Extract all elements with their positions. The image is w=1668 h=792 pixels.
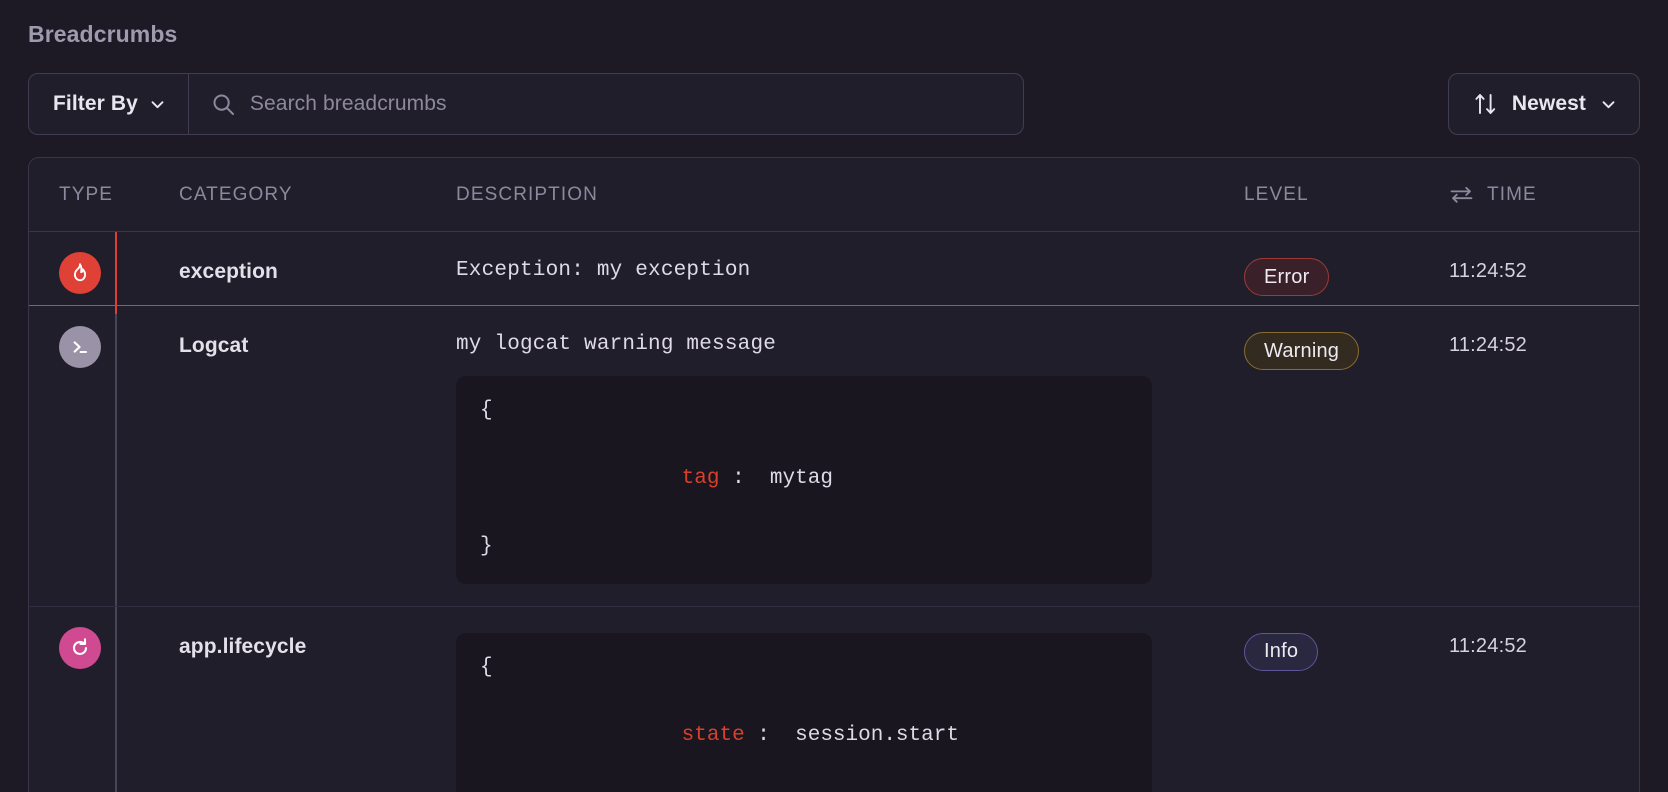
column-header-description[interactable]: DESCRIPTION — [444, 184, 1244, 206]
code-key: tag — [681, 466, 720, 490]
code-separator: : — [732, 466, 745, 490]
column-header-level[interactable]: LEVEL — [1244, 184, 1449, 206]
row-type-cell — [29, 232, 179, 295]
page-title: Breadcrumbs — [28, 21, 178, 47]
flame-icon — [59, 252, 101, 295]
filter-by-dropdown[interactable]: Filter By — [29, 74, 189, 135]
code-brace-close: } — [480, 787, 1128, 792]
code-separator: : — [757, 723, 770, 747]
row-time: 11:24:52 — [1449, 334, 1527, 357]
table-row[interactable]: exception Exception: my exception Error … — [29, 232, 1639, 307]
chevron-down-icon — [1600, 96, 1617, 113]
column-header-type[interactable]: TYPE — [29, 184, 179, 206]
chevron-down-icon — [149, 96, 166, 113]
row-level-cell: Warning — [1244, 306, 1449, 371]
table-body: exception Exception: my exception Error … — [29, 232, 1639, 792]
breadcrumbs-page: Breadcrumbs Filter By Search breadcrumbs… — [0, 0, 1668, 792]
sort-label: Newest — [1511, 92, 1586, 116]
row-code-block: { state : session.start } — [456, 632, 1152, 792]
column-header-time-label: TIME — [1487, 183, 1537, 205]
sort-dropdown[interactable]: Newest — [1447, 73, 1640, 136]
filter-by-label: Filter By — [53, 92, 138, 116]
row-category: app.lifecycle — [179, 634, 307, 658]
row-level-cell: Error — [1244, 232, 1449, 297]
breadcrumbs-toolbar: Filter By Search breadcrumbs Newest — [28, 73, 1640, 136]
table-row[interactable]: Logcat my logcat warning message { tag :… — [29, 306, 1639, 607]
sort-arrows-icon — [1473, 91, 1498, 117]
row-category: exception — [179, 260, 278, 284]
row-description-cell: my logcat warning message { tag : mytag … — [444, 306, 1244, 605]
terminal-icon — [59, 326, 101, 369]
search-field-wrap[interactable] — [189, 74, 1023, 134]
row-level-cell: Info — [1244, 607, 1449, 671]
row-time: 11:24:52 — [1449, 634, 1527, 657]
table-row[interactable]: app.lifecycle { state : session.start } … — [29, 607, 1639, 792]
row-type-cell — [29, 607, 179, 669]
column-header-time[interactable]: TIME — [1449, 184, 1639, 206]
search-icon — [211, 92, 236, 117]
row-description-cell: { state : session.start } — [444, 607, 1244, 792]
filter-search-group: Filter By — [28, 73, 1024, 136]
status-badge: Warning — [1244, 332, 1360, 371]
row-type-cell — [29, 306, 179, 369]
table-header-row: TYPE CATEGORY DESCRIPTION LEVEL TIME — [29, 158, 1639, 233]
refresh-icon — [59, 626, 101, 669]
code-entry: state : session.start — [480, 685, 1128, 787]
row-time: 11:24:52 — [1449, 260, 1527, 283]
code-key: state — [681, 723, 745, 747]
status-badge: Error — [1244, 258, 1330, 297]
breadcrumbs-table: TYPE CATEGORY DESCRIPTION LEVEL TIME exc… — [28, 157, 1640, 792]
code-value: mytag — [769, 466, 833, 490]
code-value: session.start — [795, 723, 959, 747]
status-badge: Info — [1244, 632, 1319, 671]
row-category: Logcat — [179, 334, 249, 358]
code-entry: tag : mytag — [480, 428, 1128, 530]
code-brace-close: } — [480, 534, 493, 558]
row-description: my logcat warning message — [456, 333, 777, 357]
column-header-category[interactable]: CATEGORY — [179, 184, 444, 206]
row-description: Exception: my exception — [456, 259, 751, 283]
code-brace-open: { — [480, 398, 493, 422]
row-description-cell: Exception: my exception — [444, 232, 1244, 305]
swap-horizontal-icon[interactable] — [1449, 186, 1474, 203]
search-input[interactable] — [249, 92, 1003, 117]
row-code-block: { tag : mytag } — [456, 375, 1152, 584]
code-brace-open: { — [480, 655, 493, 679]
